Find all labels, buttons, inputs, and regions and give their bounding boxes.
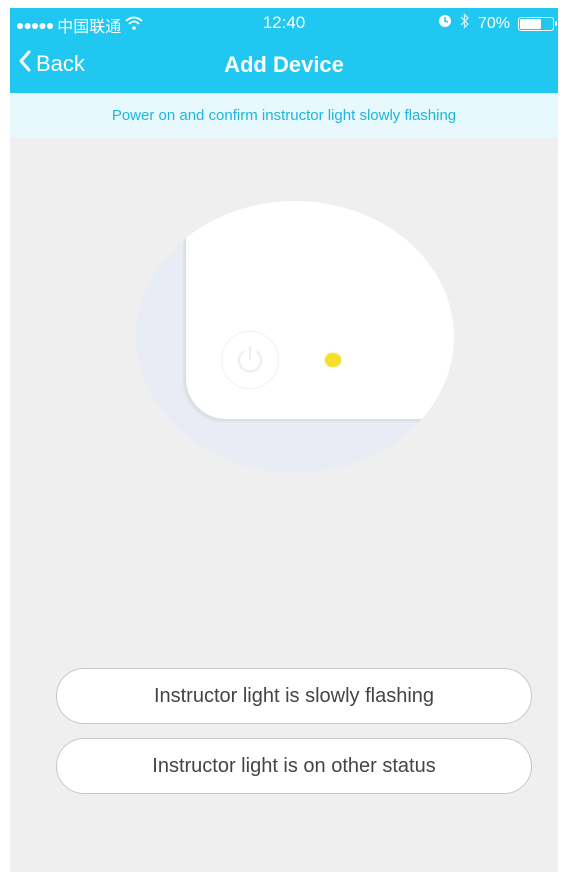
power-icon: [221, 331, 279, 389]
device-illustration: [136, 201, 454, 473]
device-body: [186, 201, 454, 419]
bluetooth-icon: [460, 12, 470, 34]
instruction-banner: Power on and confirm instructor light sl…: [10, 93, 558, 138]
battery-fill: [520, 18, 541, 29]
alarm-icon: [438, 14, 452, 33]
top-bar: ●●●●● 中国联通 12:40 70% Back Add Device: [10, 8, 558, 93]
battery-percent: 70%: [477, 14, 510, 32]
battery-icon: [518, 16, 557, 31]
app-screen: ●●●●● 中国联通 12:40 70% Back Add Device Pow…: [10, 8, 558, 872]
light-slowly-flashing-button[interactable]: Instructor light is slowly flashing: [56, 668, 532, 724]
status-right: 70%: [438, 12, 557, 34]
status-bar: ●●●●● 中国联通 12:40 70%: [10, 8, 558, 36]
nav-bar: Back Add Device: [10, 40, 558, 90]
light-other-status-button[interactable]: Instructor light is on other status: [56, 738, 532, 794]
indicator-light: [325, 353, 341, 367]
page-title: Add Device: [224, 52, 344, 77]
